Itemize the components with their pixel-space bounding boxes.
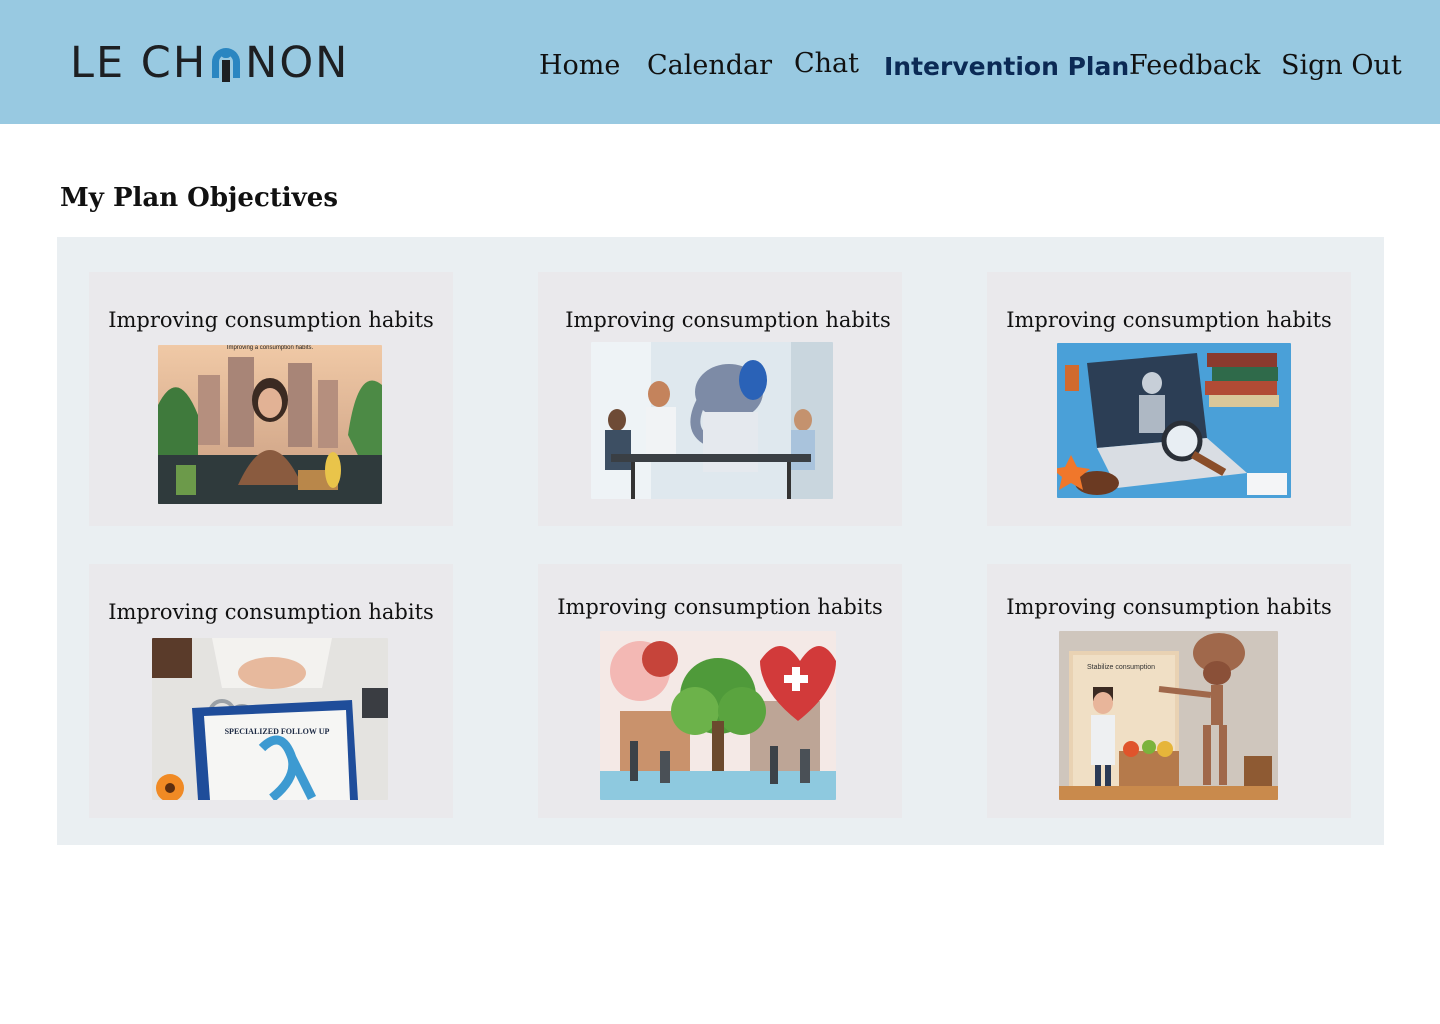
objective-title: Improving consumption habits — [108, 308, 434, 332]
main-nav: Home Calendar Chat Intervention Plan Fee… — [0, 48, 1440, 90]
objective-card[interactable]: Improving consumption habits — [538, 272, 902, 526]
clipboard-ribbon-handcuffs-image: SPECIALIZED FOLLOW UP — [152, 638, 388, 800]
elephant-doctor-meeting-image — [591, 342, 833, 499]
image-caption: Improving a consumption habits. — [227, 345, 314, 351]
woman-meditating-city-image: Improving a consumption habits. — [158, 345, 382, 504]
objective-card[interactable]: Improving consumption habits — [538, 564, 902, 818]
objective-title: Improving consumption habits — [1006, 308, 1332, 332]
objective-card[interactable]: Improving consumption habits SPECIALIZED… — [89, 564, 453, 818]
objectives-grid: Improving consumption habits Improving a… — [57, 237, 1384, 845]
skeleton-doctor-diorama-image: Stabilize consumption — [1059, 631, 1278, 800]
objective-title: Improving consumption habits — [1006, 595, 1332, 619]
objective-card[interactable]: Improving consumption habits — [987, 272, 1351, 526]
nav-intervention-plan[interactable]: Intervention Plan — [884, 52, 1129, 81]
objective-card[interactable]: Improving consumption habits Improving a… — [89, 272, 453, 526]
page-title: My Plan Objectives — [60, 183, 338, 213]
nav-calendar[interactable]: Calendar — [647, 50, 772, 81]
tree-heart-community-image — [600, 631, 836, 800]
objective-title: Improving consumption habits — [557, 595, 883, 619]
image-caption: Stabilize consumption — [1087, 664, 1155, 671]
nav-chat[interactable]: Chat — [794, 48, 859, 79]
image-caption: SPECIALIZED FOLLOW UP — [225, 727, 330, 736]
nav-sign-out[interactable]: Sign Out — [1281, 50, 1402, 81]
objective-title: Improving consumption habits — [108, 600, 434, 624]
objective-title: Improving consumption habits — [565, 308, 891, 332]
nav-feedback[interactable]: Feedback — [1129, 50, 1260, 81]
top-navigation-bar: LE CH NON Home Calendar Chat Interventio… — [0, 0, 1440, 124]
nav-home[interactable]: Home — [539, 50, 620, 81]
objective-card[interactable]: Improving consumption habits Stabilize c… — [987, 564, 1351, 818]
laptop-legal-investigation-image — [1057, 343, 1291, 498]
